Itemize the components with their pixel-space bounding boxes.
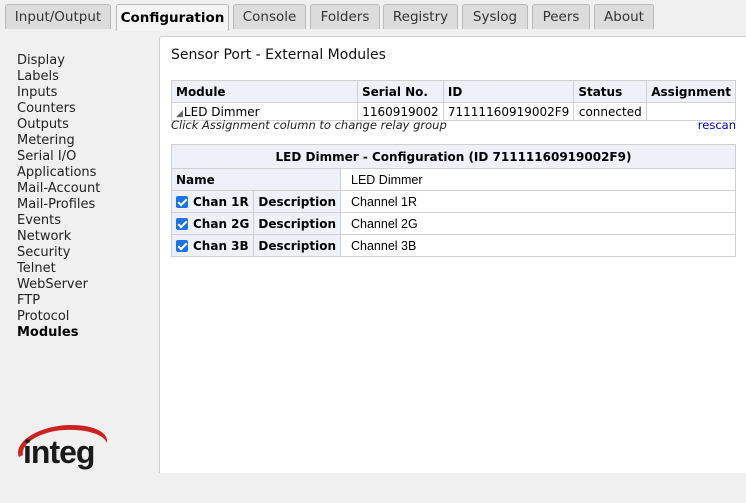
channel-label: Chan 2G (193, 216, 250, 231)
sidebar-item-mail-account[interactable]: Mail-Account (17, 181, 100, 197)
sidebar-item-security[interactable]: Security (17, 245, 100, 261)
tab-registry[interactable]: Registry (383, 4, 458, 29)
channel-label: Chan 3B (193, 238, 249, 253)
checkbox-checked-icon[interactable] (176, 217, 188, 230)
expand-triangle-icon[interactable]: ◢ (176, 109, 183, 119)
channel-2g-cell[interactable]: Chan 2G (170, 212, 255, 235)
channel-3b-description-field[interactable]: Channel 3B (340, 234, 736, 257)
channel-row: Chan 3B Description Channel 3B (170, 234, 736, 257)
tab-folders[interactable]: Folders (310, 4, 380, 29)
sidebar-item-serial-io[interactable]: Serial I/O (17, 149, 100, 165)
modules-table: Module Serial No. ID Status Assignment ◢… (171, 80, 736, 121)
description-label: Description (253, 234, 341, 257)
tab-label: Peers (542, 9, 580, 25)
name-label: Name (171, 168, 341, 191)
name-value[interactable]: LED Dimmer (340, 168, 736, 191)
channel-1r-description-field[interactable]: Channel 1R (340, 190, 736, 213)
config-name-row: Name LED Dimmer (171, 168, 736, 191)
tab-configuration[interactable]: Configuration (116, 4, 229, 31)
tab-label: About (604, 9, 644, 25)
channel-3b-cell[interactable]: Chan 3B (170, 234, 255, 257)
status-cell: connected (573, 102, 648, 121)
sidebar-item-mail-profiles[interactable]: Mail-Profiles (17, 197, 100, 213)
main-panel: Sensor Port - External Modules Module Se… (159, 36, 746, 473)
sidebar-item-ftp[interactable]: FTP (17, 293, 100, 309)
channel-row: Chan 2G Description Channel 2G (170, 212, 736, 235)
col-header-id: ID (442, 80, 575, 103)
sidebar: Display Labels Inputs Counters Outputs M… (5, 31, 159, 473)
assignment-hint: Click Assignment column to change relay … (171, 118, 447, 132)
sidebar-item-modules[interactable]: Modules (17, 325, 100, 341)
sidebar-item-display[interactable]: Display (17, 53, 100, 69)
sidebar-item-metering[interactable]: Metering (17, 133, 100, 149)
integ-logo: integ (11, 419, 121, 503)
top-tab-bar: Input/Output Configuration Console Folde… (0, 0, 746, 31)
tab-peers[interactable]: Peers (532, 4, 590, 29)
channel-2g-description-field[interactable]: Channel 2G (340, 212, 736, 235)
description-label: Description (253, 190, 341, 213)
config-caption: LED Dimmer - Configuration (ID 711111609… (171, 144, 736, 169)
modules-table-header: Module Serial No. ID Status Assignment (171, 80, 736, 103)
sidebar-item-telnet[interactable]: Telnet (17, 261, 100, 277)
tab-label: Registry (392, 9, 449, 25)
sidebar-item-applications[interactable]: Applications (17, 165, 100, 181)
channel-label: Chan 1R (193, 194, 249, 209)
col-header-serial: Serial No. (356, 80, 444, 103)
tab-label: Syslog (472, 9, 518, 25)
tab-about[interactable]: About (594, 4, 654, 29)
sidebar-item-protocol[interactable]: Protocol (17, 309, 100, 325)
page-title: Sensor Port - External Modules (171, 47, 386, 63)
sidebar-item-inputs[interactable]: Inputs (17, 85, 100, 101)
tab-input-output[interactable]: Input/Output (5, 4, 111, 29)
tab-label: Input/Output (14, 9, 102, 25)
tab-label: Console (242, 9, 297, 25)
checkbox-checked-icon[interactable] (176, 195, 188, 208)
sidebar-item-webserver[interactable]: WebServer (17, 277, 100, 293)
sidebar-item-outputs[interactable]: Outputs (17, 117, 100, 133)
sidebar-item-counters[interactable]: Counters (17, 101, 100, 117)
module-name: LED Dimmer (183, 104, 260, 119)
col-header-assignment: Assignment (646, 80, 736, 103)
channel-1r-cell[interactable]: Chan 1R (170, 190, 255, 213)
sidebar-item-events[interactable]: Events (17, 213, 100, 229)
col-header-module: Module (171, 80, 358, 103)
tab-label: Folders (320, 9, 370, 25)
tab-syslog[interactable]: Syslog (462, 4, 528, 29)
sidebar-item-labels[interactable]: Labels (17, 69, 100, 85)
rescan-link[interactable]: rescan (698, 118, 736, 132)
tab-console[interactable]: Console (233, 4, 306, 29)
checkbox-checked-icon[interactable] (176, 239, 188, 252)
config-table: LED Dimmer - Configuration (ID 711111609… (170, 144, 736, 257)
col-header-status: Status (573, 80, 648, 103)
channel-row: Chan 1R Description Channel 1R (170, 190, 736, 213)
tab-label: Configuration (120, 10, 225, 26)
id-cell: 71111160919002F9 (442, 102, 575, 121)
description-label: Description (253, 212, 341, 235)
sidebar-menu: Display Labels Inputs Counters Outputs M… (17, 53, 100, 341)
integ-logo-graphic: integ (18, 425, 108, 470)
sidebar-item-network[interactable]: Network (17, 229, 100, 245)
svg-text:integ: integ (23, 434, 94, 470)
